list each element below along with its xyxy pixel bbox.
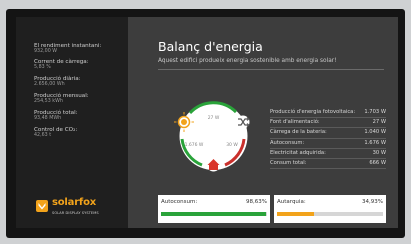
table-row: Electricitat adquirida: 30 W	[270, 149, 386, 159]
energy-flow-diagram: 27 W 1.676 W 30 W	[170, 99, 257, 173]
row-value: 1.703 W	[364, 109, 386, 115]
stat-value: 42,63 t	[34, 133, 52, 139]
stat-value: 93,48 MWh	[34, 116, 62, 122]
stat-value: 5,83 %	[34, 65, 51, 71]
autarquia-label: Autarquia:	[277, 199, 306, 205]
page-title: Balanç d'energia	[158, 39, 263, 54]
row-value: 27 W	[372, 119, 386, 126]
row-value: 1.040 W	[364, 129, 386, 136]
shuffle-icon	[236, 115, 250, 129]
autarquia-value: 34,93%	[362, 199, 383, 205]
brand-name: solarfox	[52, 197, 97, 208]
autoconsum-card: Autoconsum: 98,63%	[158, 195, 270, 223]
autarquia-card: Autarquia: 34,93%	[274, 195, 386, 223]
page-subtitle: Aquest edifici produeix energia sostenib…	[158, 58, 337, 64]
row-label: Autoconsum:	[270, 139, 305, 146]
autarquia-progress	[277, 212, 383, 216]
stat-daily-production: Producció diària: 2.656,00 Wh	[34, 76, 81, 88]
home-icon	[207, 158, 220, 172]
stat-value: 932,00 W	[34, 49, 58, 55]
display-screen: El rendiment instantani: 932,00 W Corren…	[16, 17, 398, 228]
flow-label-right: 30 W	[226, 142, 238, 148]
row-value: 1.676 W	[364, 139, 386, 146]
row-label: Consum total:	[270, 159, 307, 166]
autoconsum-progress	[161, 212, 267, 216]
autoconsum-label: Autoconsum:	[161, 199, 198, 205]
row-value: 666 W	[369, 159, 386, 166]
autarquia-progress-fill	[277, 212, 315, 216]
table-row: Producció d'energia fotovoltaica: 1.703 …	[270, 108, 386, 119]
autoconsum-progress-fill	[161, 212, 266, 216]
brand-tagline: SOLAR DISPLAY SYSTEMS	[52, 211, 99, 215]
row-label: Electricitat adquirida:	[270, 149, 326, 156]
stat-instant-output: El rendiment instantani: 932,00 W	[34, 43, 101, 55]
energy-table: Producció d'energia fotovoltaica: 1.703 …	[270, 108, 386, 170]
flow-label-left: 1.676 W	[185, 142, 204, 148]
stat-co2-control: Control de CO₂: 42,63 t	[34, 127, 77, 139]
brand-logo-icon	[36, 200, 48, 212]
table-row: Consum total: 666 W	[270, 159, 386, 170]
stat-value: 254,53 kWh	[34, 99, 63, 105]
table-row: Càrrega de la bateria: 1.040 W	[270, 128, 386, 139]
table-row: Autoconsum: 1.676 W	[270, 139, 386, 149]
row-value: 30 W	[372, 149, 386, 156]
stat-charge-current: Corrent de càrrega: 5,83 %	[34, 59, 89, 71]
row-label: Producció d'energia fotovoltaica:	[270, 109, 356, 115]
stat-value: 2.656,00 Wh	[34, 82, 65, 88]
autoconsum-value: 98,63%	[246, 199, 267, 205]
stat-total-production: Producció total: 93,48 MWh	[34, 110, 78, 122]
row-label: Càrrega de la bateria:	[270, 129, 327, 136]
sidebar: El rendiment instantani: 932,00 W Corren…	[16, 17, 128, 228]
table-row: Font d'alimentació: 27 W	[270, 118, 386, 129]
stat-monthly-production: Producció mensual: 254,53 kWh	[34, 93, 89, 105]
flow-label-top: 27 W	[208, 115, 220, 121]
row-label: Font d'alimentació:	[270, 119, 320, 126]
divider	[158, 69, 384, 70]
